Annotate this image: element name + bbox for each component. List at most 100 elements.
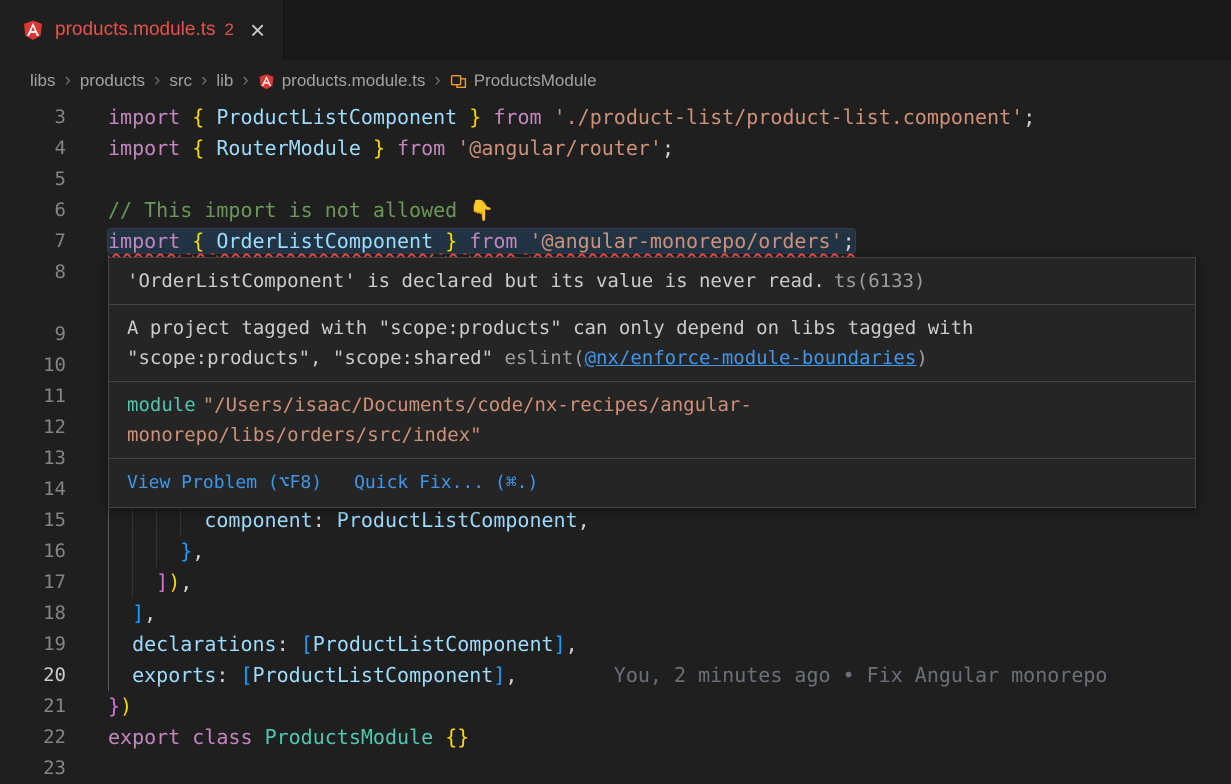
- code-tokens: export class ProductsModule {}: [108, 725, 469, 749]
- code-line-21: 21}): [0, 691, 1231, 722]
- line-number-15[interactable]: 15: [0, 505, 66, 536]
- line-number-12[interactable]: 12: [0, 412, 66, 443]
- line-number-4[interactable]: 4: [0, 133, 66, 164]
- breadcrumb-item-src[interactable]: src: [169, 71, 192, 91]
- chevron-right-icon: ›: [201, 70, 207, 92]
- angular-icon: [22, 19, 44, 41]
- code-token: [517, 229, 529, 253]
- breadcrumb: libs›products›src›lib›products.module.ts…: [0, 60, 1231, 102]
- code-token: [433, 229, 445, 253]
- code-token: ]: [132, 601, 144, 625]
- code-token: :: [216, 663, 240, 687]
- line-content[interactable]: import { RouterModule } from '@angular/r…: [108, 133, 1231, 164]
- code-token: [445, 136, 457, 160]
- line-number-11[interactable]: 11: [0, 381, 66, 412]
- code-line-23: 23: [0, 753, 1231, 784]
- eslint-message-line2-text: "scope:products", "scope:shared": [127, 347, 505, 369]
- line-number-6[interactable]: 6: [0, 195, 66, 226]
- error-hover-popup: 'OrderListComponent' is declared but its…: [108, 257, 1196, 508]
- line-number-17[interactable]: 17: [0, 567, 66, 598]
- indent-guide: [108, 505, 109, 536]
- line-content[interactable]: // This import is not allowed 👇: [108, 195, 1231, 226]
- indent-guide: [132, 567, 133, 598]
- line-number-7[interactable]: 7: [0, 226, 66, 257]
- line-number-10[interactable]: 10: [0, 350, 66, 381]
- line-number-20[interactable]: 20: [0, 660, 66, 691]
- line-content[interactable]: }): [108, 691, 1231, 722]
- line-content[interactable]: component: ProductListComponent,: [108, 505, 1231, 536]
- tab-products-module[interactable]: products.module.ts 2 ×: [0, 0, 284, 60]
- code-line-7: 7 import { OrderListComponent } from '@an…: [0, 226, 1231, 257]
- breadcrumb-item-products[interactable]: products: [80, 71, 145, 91]
- line-number-3[interactable]: 3: [0, 102, 66, 133]
- line-number-21[interactable]: 21: [0, 691, 66, 722]
- code-tokens: }): [108, 694, 132, 718]
- indent-guide: [132, 505, 133, 536]
- code-token: import: [108, 136, 180, 160]
- code-token: [457, 105, 469, 129]
- line-number-23[interactable]: 23: [0, 753, 66, 784]
- quick-fix-link[interactable]: Quick Fix... (⌘.): [354, 468, 538, 498]
- indent-guide: [108, 536, 109, 567]
- code-token: exports: [132, 663, 216, 687]
- code-line-4: 4 import { RouterModule } from '@angular/…: [0, 133, 1231, 164]
- code-token: OrderListComponent: [216, 229, 433, 253]
- code-token: export: [108, 725, 180, 749]
- line-content[interactable]: [108, 753, 1231, 784]
- line-number-22[interactable]: 22: [0, 722, 66, 753]
- line-content[interactable]: ]),: [108, 567, 1231, 598]
- line-content[interactable]: import { OrderListComponent } from '@ang…: [108, 226, 1231, 257]
- eslint-rule-link[interactable]: @nx/enforce-module-boundaries: [585, 347, 917, 369]
- code-token: {: [192, 229, 204, 253]
- breadcrumb-item-lib[interactable]: lib: [216, 71, 233, 91]
- code-token: [433, 725, 445, 749]
- breadcrumb-item-products-module-ts[interactable]: products.module.ts: [258, 71, 426, 91]
- eslint-message-line1: A project tagged with "scope:products" c…: [127, 313, 1177, 343]
- tab-close-button[interactable]: ×: [250, 20, 265, 40]
- code-token: ,: [192, 539, 204, 563]
- line-number-9[interactable]: 9: [0, 319, 66, 350]
- class-icon: [450, 73, 467, 90]
- line-number-18[interactable]: 18: [0, 598, 66, 629]
- ts-error-code: ts(6133): [834, 270, 926, 292]
- line-content[interactable]: ],: [108, 598, 1231, 629]
- breadcrumb-label: products.module.ts: [282, 71, 426, 91]
- code-token: [204, 229, 216, 253]
- chevron-right-icon: ›: [242, 70, 248, 92]
- code-token: ProductListComponent: [313, 632, 554, 656]
- code-line-20: 20 exports: [ProductListComponent],You, …: [0, 660, 1231, 691]
- code-token: [204, 136, 216, 160]
- line-content[interactable]: import { ProductListComponent } from './…: [108, 102, 1231, 133]
- line-number-16[interactable]: 16: [0, 536, 66, 567]
- code-token: [481, 105, 493, 129]
- breadcrumb-item-productsmodule[interactable]: ProductsModule: [450, 71, 597, 91]
- code-token: '@angular-monorepo/orders': [530, 229, 843, 253]
- code-token: ): [120, 694, 132, 718]
- line-content[interactable]: [108, 164, 1231, 195]
- code-token: // This import is not allowed 👇: [108, 198, 494, 222]
- code-token: [108, 539, 180, 563]
- breadcrumb-item-libs[interactable]: libs: [30, 71, 56, 91]
- line-content[interactable]: export class ProductsModule {}: [108, 722, 1231, 753]
- line-number-8[interactable]: 8: [0, 257, 66, 319]
- line-content[interactable]: exports: [ProductListComponent],You, 2 m…: [108, 660, 1231, 691]
- code-token: ]: [554, 632, 566, 656]
- line-number-14[interactable]: 14: [0, 474, 66, 505]
- tab-bar: products.module.ts 2 ×: [0, 0, 1231, 60]
- code-token: ProductListComponent: [216, 105, 457, 129]
- code-token: {: [192, 105, 204, 129]
- code-token: [542, 105, 554, 129]
- code-tokens: ]),: [108, 570, 192, 594]
- hover-module-section: module"/Users/isaac/Documents/code/nx-re…: [109, 382, 1195, 459]
- line-content[interactable]: declarations: [ProductListComponent],: [108, 629, 1231, 660]
- line-content[interactable]: },: [108, 536, 1231, 567]
- code-token: [204, 105, 216, 129]
- code-line-19: 19 declarations: [ProductListComponent],: [0, 629, 1231, 660]
- view-problem-link[interactable]: View Problem (⌥F8): [127, 468, 322, 498]
- line-number-19[interactable]: 19: [0, 629, 66, 660]
- editor: 3 import { ProductListComponent } from '.…: [0, 102, 1231, 784]
- code-token: ProductListComponent: [253, 663, 494, 687]
- breadcrumb-label: src: [169, 71, 192, 91]
- line-number-13[interactable]: 13: [0, 443, 66, 474]
- line-number-5[interactable]: 5: [0, 164, 66, 195]
